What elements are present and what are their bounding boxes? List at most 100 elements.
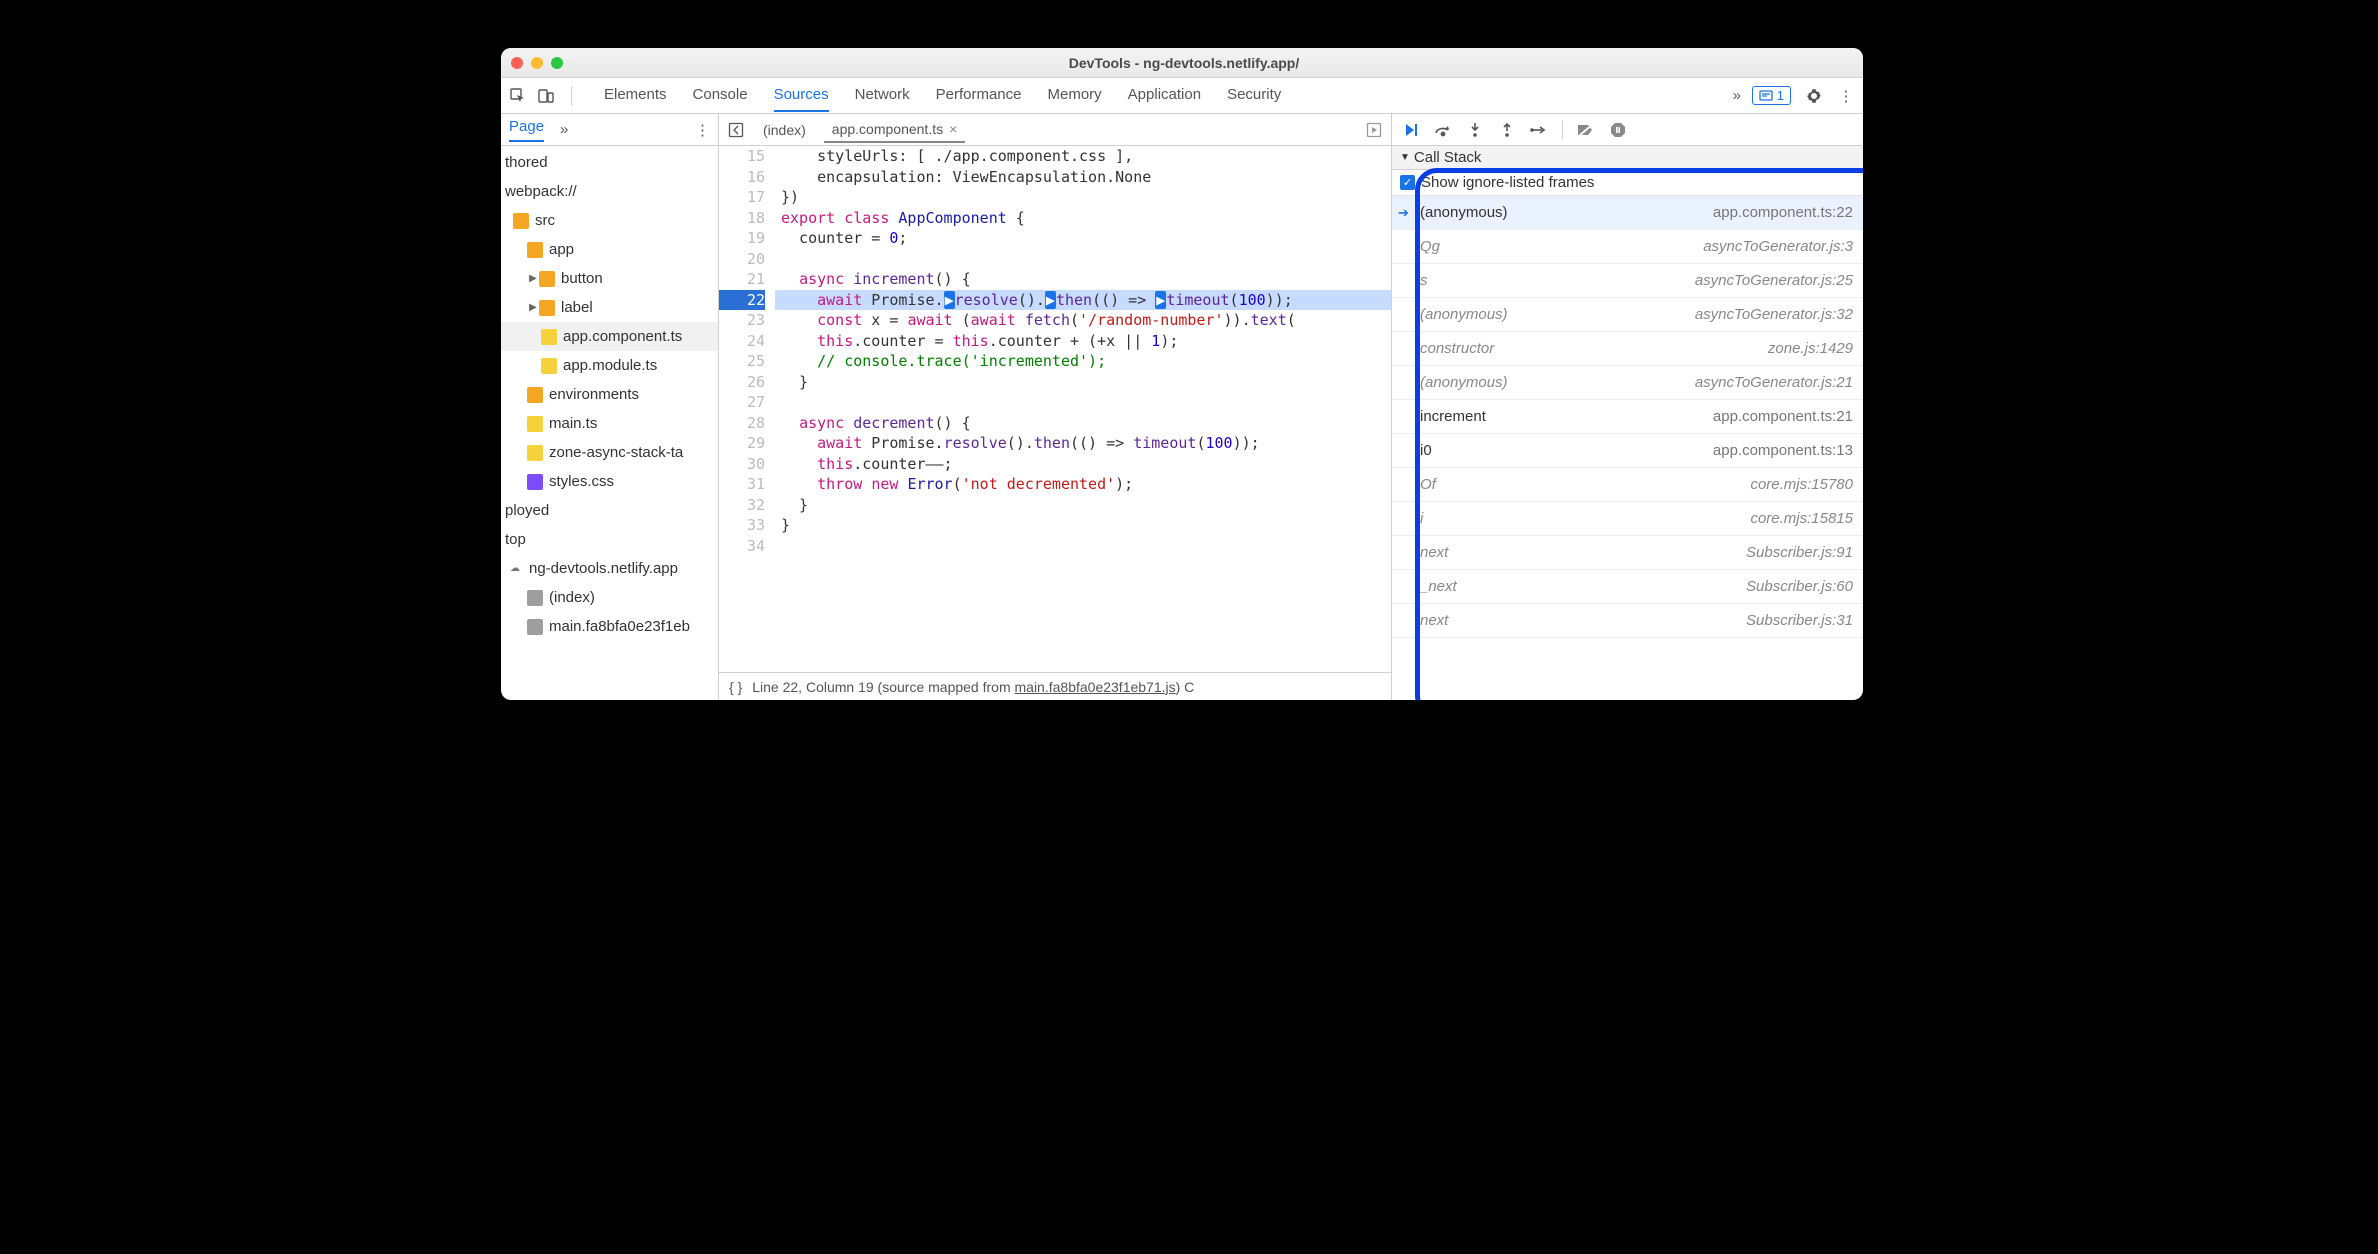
disclosure-icon: ▼	[1400, 152, 1410, 163]
stack-frame[interactable]: sasyncToGenerator.js:25	[1392, 264, 1863, 298]
zoom-window-button[interactable]	[551, 57, 563, 69]
frame-location: asyncToGenerator.js:21	[1695, 374, 1853, 391]
tab-memory[interactable]: Memory	[1048, 79, 1102, 112]
frame-function: _next	[1420, 578, 1457, 595]
tab-performance[interactable]: Performance	[936, 79, 1022, 112]
tree-file-app-component[interactable]: app.component.ts	[501, 322, 718, 351]
tree-folder-environments[interactable]: environments	[501, 380, 718, 409]
folder-icon	[513, 213, 529, 229]
tree-top[interactable]: top	[501, 525, 718, 554]
nav-tab-page[interactable]: Page	[509, 118, 544, 142]
debugger-toolbar	[1392, 114, 1863, 146]
folder-icon	[539, 271, 555, 287]
call-stack-header[interactable]: ▼ Call Stack	[1392, 146, 1863, 170]
frame-function: Qg	[1420, 238, 1440, 255]
inspect-icon[interactable]	[509, 87, 527, 105]
tree-file-main-hash[interactable]: main.fa8bfa0e23f1eb	[501, 612, 718, 641]
tab-console[interactable]: Console	[693, 79, 748, 112]
stack-frame[interactable]: icore.mjs:15815	[1392, 502, 1863, 536]
debugger-content: ▼ Call Stack ✓ Show ignore-listed frames…	[1392, 146, 1863, 700]
frame-function: increment	[1420, 408, 1486, 425]
disclosure-icon[interactable]	[527, 273, 539, 284]
navigator-tabs: Page » ⋮	[501, 114, 718, 146]
tree-webpack[interactable]: webpack://	[501, 177, 718, 206]
deactivate-breakpoints-icon[interactable]	[1577, 123, 1595, 137]
frame-function: i	[1420, 510, 1423, 527]
tree-file-zone-stack[interactable]: zone-async-stack-ta	[501, 438, 718, 467]
pause-exceptions-icon[interactable]	[1609, 122, 1627, 138]
frame-location: asyncToGenerator.js:3	[1703, 238, 1853, 255]
tab-application[interactable]: Application	[1128, 79, 1201, 112]
devtools-window: DevTools - ng-devtools.netlify.app/ Elem…	[501, 48, 1863, 700]
close-window-button[interactable]	[511, 57, 523, 69]
editor-tab-index[interactable]: (index)	[755, 118, 814, 142]
tree-folder-button[interactable]: button	[501, 264, 718, 293]
stack-frame[interactable]: i0app.component.ts:13	[1392, 434, 1863, 468]
tree-file-main-ts[interactable]: main.ts	[501, 409, 718, 438]
frame-location: Subscriber.js:91	[1746, 544, 1853, 561]
close-tab-icon[interactable]: ×	[949, 121, 957, 137]
step-out-icon[interactable]	[1498, 122, 1516, 138]
step-icon[interactable]	[1530, 124, 1548, 136]
nav-back-icon[interactable]	[727, 121, 745, 139]
frame-location: app.component.ts:22	[1713, 204, 1853, 221]
tree-folder-app[interactable]: app	[501, 235, 718, 264]
tree-authored[interactable]: thored	[501, 148, 718, 177]
settings-icon[interactable]	[1805, 87, 1823, 105]
kebab-menu-icon[interactable]: ⋮	[1837, 87, 1855, 105]
stack-frame[interactable]: constructorzone.js:1429	[1392, 332, 1863, 366]
folder-icon	[527, 242, 543, 258]
line-gutter: 1516171819202122232425262728293031323334	[719, 146, 775, 672]
tree-folder-src[interactable]: src	[501, 206, 718, 235]
frame-function: (anonymous)	[1420, 306, 1508, 323]
disclosure-icon[interactable]	[527, 302, 539, 313]
stack-frame[interactable]: (anonymous)app.component.ts:22	[1392, 196, 1863, 230]
code-area[interactable]: styleUrls: [ ./app.component.css ], enca…	[775, 146, 1391, 672]
editor-body[interactable]: 1516171819202122232425262728293031323334…	[719, 146, 1391, 672]
issues-badge[interactable]: 1	[1752, 86, 1791, 105]
tab-elements[interactable]: Elements	[604, 79, 667, 112]
file-icon	[527, 590, 543, 606]
main-tabs: Elements Console Sources Network Performance…	[604, 79, 1722, 112]
frame-function: next	[1420, 544, 1448, 561]
debugger-pane: ▼ Call Stack ✓ Show ignore-listed frames…	[1391, 114, 1863, 700]
tab-network[interactable]: Network	[855, 79, 910, 112]
more-tabs-icon[interactable]: »	[1728, 87, 1746, 105]
stack-frame[interactable]: Ofcore.mjs:15780	[1392, 468, 1863, 502]
stack-frame[interactable]: Qg asyncToGenerator.js:3	[1392, 230, 1863, 264]
minimize-window-button[interactable]	[531, 57, 543, 69]
navigator-pane: Page » ⋮ thored webpack:// src app butto…	[501, 114, 719, 700]
tree-file-index[interactable]: (index)	[501, 583, 718, 612]
file-icon	[527, 619, 543, 635]
frame-location: asyncToGenerator.js:25	[1695, 272, 1853, 289]
step-over-icon[interactable]	[1434, 123, 1452, 137]
stack-frame[interactable]: (anonymous)asyncToGenerator.js:32	[1392, 298, 1863, 332]
editor-statusbar: { } Line 22, Column 19 (source mapped fr…	[719, 672, 1391, 700]
window-title: DevTools - ng-devtools.netlify.app/	[563, 55, 1805, 71]
stack-frame[interactable]: (anonymous)asyncToGenerator.js:21	[1392, 366, 1863, 400]
more-nav-tabs-icon[interactable]: »	[560, 121, 568, 138]
run-snippet-icon[interactable]	[1365, 121, 1383, 139]
step-into-icon[interactable]	[1466, 122, 1484, 138]
tree-deployed[interactable]: ployed	[501, 496, 718, 525]
tab-security[interactable]: Security	[1227, 79, 1281, 112]
file-icon	[541, 358, 557, 374]
tree-folder-label[interactable]: label	[501, 293, 718, 322]
device-toggle-icon[interactable]	[537, 87, 555, 105]
cloud-icon: ☁	[507, 561, 523, 577]
tree-file-app-module[interactable]: app.module.ts	[501, 351, 718, 380]
tab-sources[interactable]: Sources	[774, 79, 829, 112]
nav-kebab-icon[interactable]: ⋮	[695, 121, 710, 139]
tree-file-styles-css[interactable]: styles.css	[501, 467, 718, 496]
stack-frame[interactable]: nextSubscriber.js:31	[1392, 604, 1863, 638]
tree-domain[interactable]: ☁ng-devtools.netlify.app	[501, 554, 718, 583]
pretty-print-icon[interactable]: { }	[729, 679, 742, 695]
stack-frame[interactable]: _nextSubscriber.js:60	[1392, 570, 1863, 604]
stack-frame[interactable]: incrementapp.component.ts:21	[1392, 400, 1863, 434]
status-sourcemap-link[interactable]: main.fa8bfa0e23f1eb71.js	[1015, 679, 1176, 695]
call-stack-list: (anonymous)app.component.ts:22QgasyncToG…	[1392, 196, 1863, 638]
show-ignored-frames-toggle[interactable]: ✓ Show ignore-listed frames	[1392, 170, 1863, 196]
stack-frame[interactable]: next Subscriber.js:91	[1392, 536, 1863, 570]
editor-tab-app-component[interactable]: app.component.ts ×	[824, 117, 965, 143]
resume-icon[interactable]	[1402, 122, 1420, 138]
